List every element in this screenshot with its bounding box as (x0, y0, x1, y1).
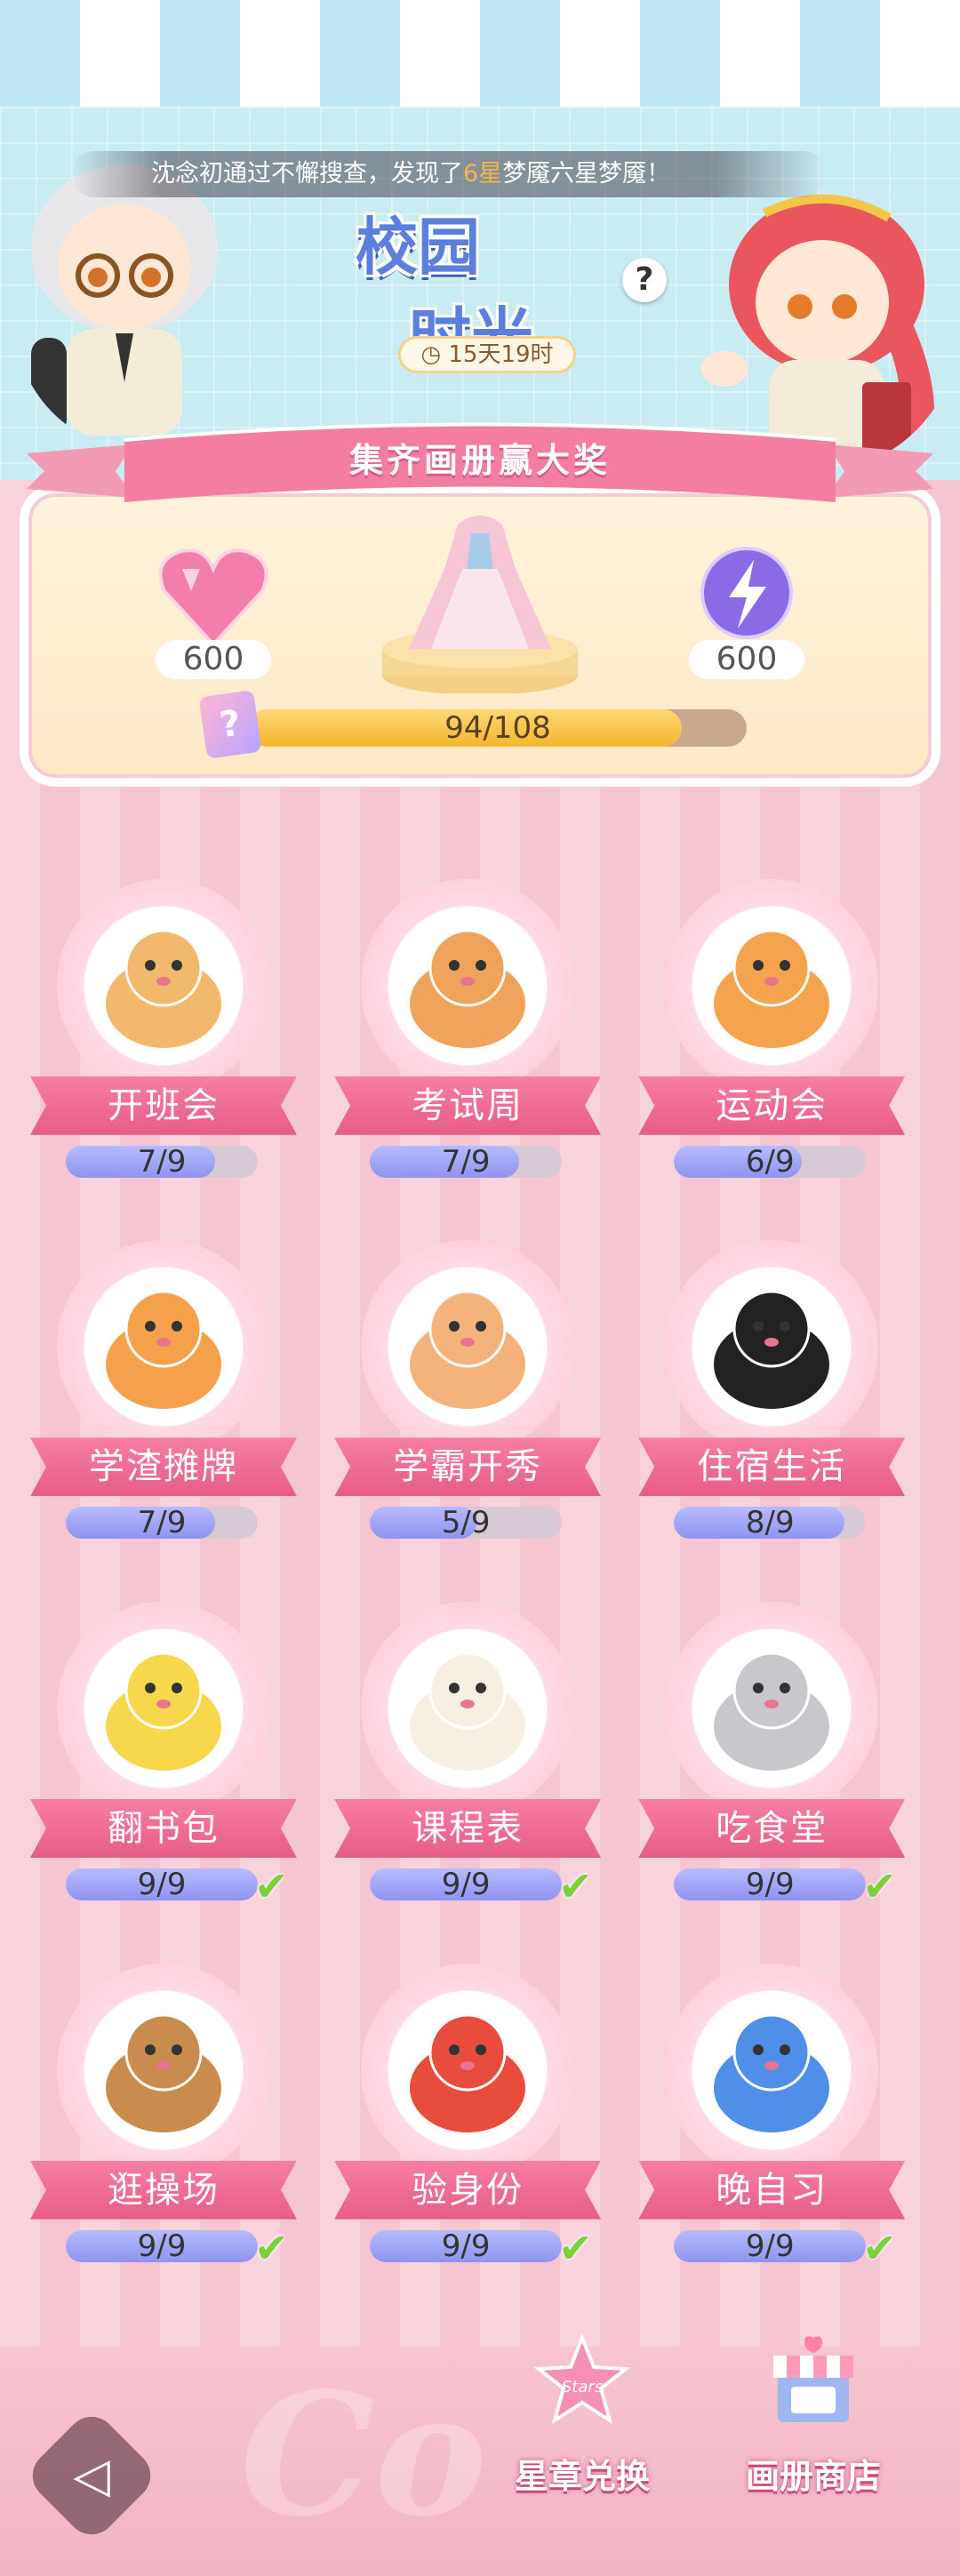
cat-papers-art (410, 1290, 526, 1410)
album-progress-text: 9/9 (137, 2228, 187, 2264)
album-thumbnail (361, 1602, 575, 1815)
lightning-orb-amount: 600 (689, 640, 804, 679)
title-line1: 校园 (356, 211, 480, 284)
svg-text:Stars: Stars (562, 2378, 603, 2396)
bottom-decor-text: Co (240, 2356, 487, 2554)
album-thumbnail (361, 878, 575, 1092)
album-thumbnail (665, 1602, 879, 1815)
album-card[interactable]: 吃食堂 9/9 ✔ (638, 1602, 906, 1922)
album-title: 考试周 (334, 1076, 602, 1135)
stars-exchange-button[interactable]: Stars 星章兑换 (493, 2333, 671, 2511)
heart-gem-icon[interactable] (156, 542, 271, 649)
album-card[interactable]: 开班会 7/9 (29, 878, 297, 1199)
clock-icon: ◷ (420, 341, 442, 368)
album-title: 吃食堂 (638, 1799, 906, 1858)
check-icon: ✔ (862, 1862, 897, 1910)
album-title: 晚自习 (638, 2160, 906, 2220)
album-progress-text: 9/9 (745, 1867, 795, 1902)
bear-soccer-art (105, 2013, 221, 2132)
check-icon: ✔ (558, 1862, 593, 1910)
album-thumbnail (665, 878, 879, 1092)
shop-icon (773, 2336, 853, 2422)
album-progress-text: 9/9 (441, 2228, 491, 2264)
album-title: 验身份 (334, 2160, 602, 2220)
ticker-highlight: 6星 (463, 160, 503, 188)
dress-prize-icon[interactable] (373, 507, 587, 693)
pandas-art (714, 1290, 830, 1410)
album-card[interactable]: 考试周 7/9 (334, 878, 602, 1199)
album-thumbnail (665, 1240, 879, 1454)
album-title: 开班会 (29, 1076, 297, 1135)
album-title: 运动会 (638, 1076, 906, 1135)
album-thumbnail (56, 1963, 270, 2177)
album-title: 翻书包 (29, 1799, 297, 1858)
album-thumbnail (361, 1963, 575, 2177)
album-progress-text: 7/9 (441, 1143, 491, 1180)
album-thumbnail (56, 1602, 270, 1815)
album-title: 课程表 (334, 1799, 602, 1858)
help-button[interactable]: ? (622, 258, 667, 302)
album-card[interactable]: 住宿生活 8/9 (638, 1240, 906, 1560)
star-badge-icon: Stars (533, 2333, 631, 2425)
album-thumbnail (361, 1240, 575, 1454)
album-progress-text: 9/9 (745, 2228, 795, 2264)
album-progress-text: 8/9 (745, 1505, 795, 1541)
album-progress-text: 9/9 (441, 1867, 491, 1902)
ticker-prefix: 沈念初通过不懈搜查，发现了 (151, 160, 463, 188)
bear-pencilcase-art (105, 1652, 221, 1771)
album-card[interactable]: 逛操场 9/9 ✔ (29, 1963, 297, 2284)
album-card[interactable]: 运动会 6/9 (638, 878, 906, 1199)
lightning-orb-icon[interactable] (693, 544, 800, 642)
album-card[interactable]: 学渣摊牌 7/9 (29, 1240, 297, 1560)
album-progress-text: 9/9 (137, 1867, 187, 1902)
album-progress-text: 5/9 (441, 1505, 491, 1541)
album-thumbnail (56, 1240, 270, 1454)
check-icon: ✔ (862, 2223, 897, 2272)
album-card[interactable]: 晚自习 9/9 ✔ (638, 1963, 906, 2284)
stars-exchange-label: 星章兑换 (514, 2457, 650, 2496)
album-title: 住宿生活 (638, 1437, 906, 1497)
cat-runner-art (714, 929, 830, 1048)
check-icon: ✔ (253, 1862, 289, 1910)
album-title: 逛操场 (29, 2160, 297, 2220)
announcement-ticker: 沈念初通过不懈搜查，发现了6星梦魇六星梦魇！ (71, 151, 827, 197)
album-card[interactable]: 验身份 9/9 ✔ (334, 1963, 602, 2284)
timer-text: 15天19时 (448, 341, 554, 368)
tiger-art (105, 1290, 221, 1410)
album-shop-label: 画册商店 (745, 2457, 881, 2496)
album-card[interactable]: 课程表 9/9 ✔ (334, 1602, 602, 1922)
album-progress-text: 6/9 (745, 1143, 795, 1180)
album-thumbnail (56, 878, 270, 1092)
banner-title: 集齐画册赢大奖 (348, 441, 611, 480)
check-icon: ✔ (253, 2223, 289, 2272)
basket-art (105, 929, 221, 1048)
album-title: 学渣摊牌 (29, 1437, 297, 1497)
poodle-art (410, 1652, 526, 1771)
boy-sunglasses-art (410, 2013, 526, 2132)
cat-bowl-art (714, 1652, 830, 1771)
shiba-art (410, 929, 526, 1048)
ticker-suffix: 梦魇六星梦魇！ (502, 160, 671, 188)
collection-progress-text: 94/108 (444, 710, 551, 746)
album-title: 学霸开秀 (334, 1437, 602, 1497)
album-thumbnail (665, 1963, 879, 2177)
album-progress-text: 7/9 (137, 1143, 187, 1180)
check-icon: ✔ (558, 2223, 593, 2272)
mystery-card-icon: ? (198, 690, 262, 759)
album-shop-button[interactable]: 画册商店 (724, 2333, 902, 2511)
back-arrow-icon: ◁ (73, 2447, 110, 2503)
album-card[interactable]: 翻书包 9/9 ✔ (29, 1602, 297, 1922)
heart-gem-amount: 600 (156, 640, 271, 679)
boy-sleeping-art (714, 2013, 830, 2132)
album-card[interactable]: 学霸开秀 5/9 (334, 1240, 602, 1560)
album-progress-text: 7/9 (137, 1505, 187, 1541)
event-timer: ◷ 15天19时 (398, 336, 576, 373)
